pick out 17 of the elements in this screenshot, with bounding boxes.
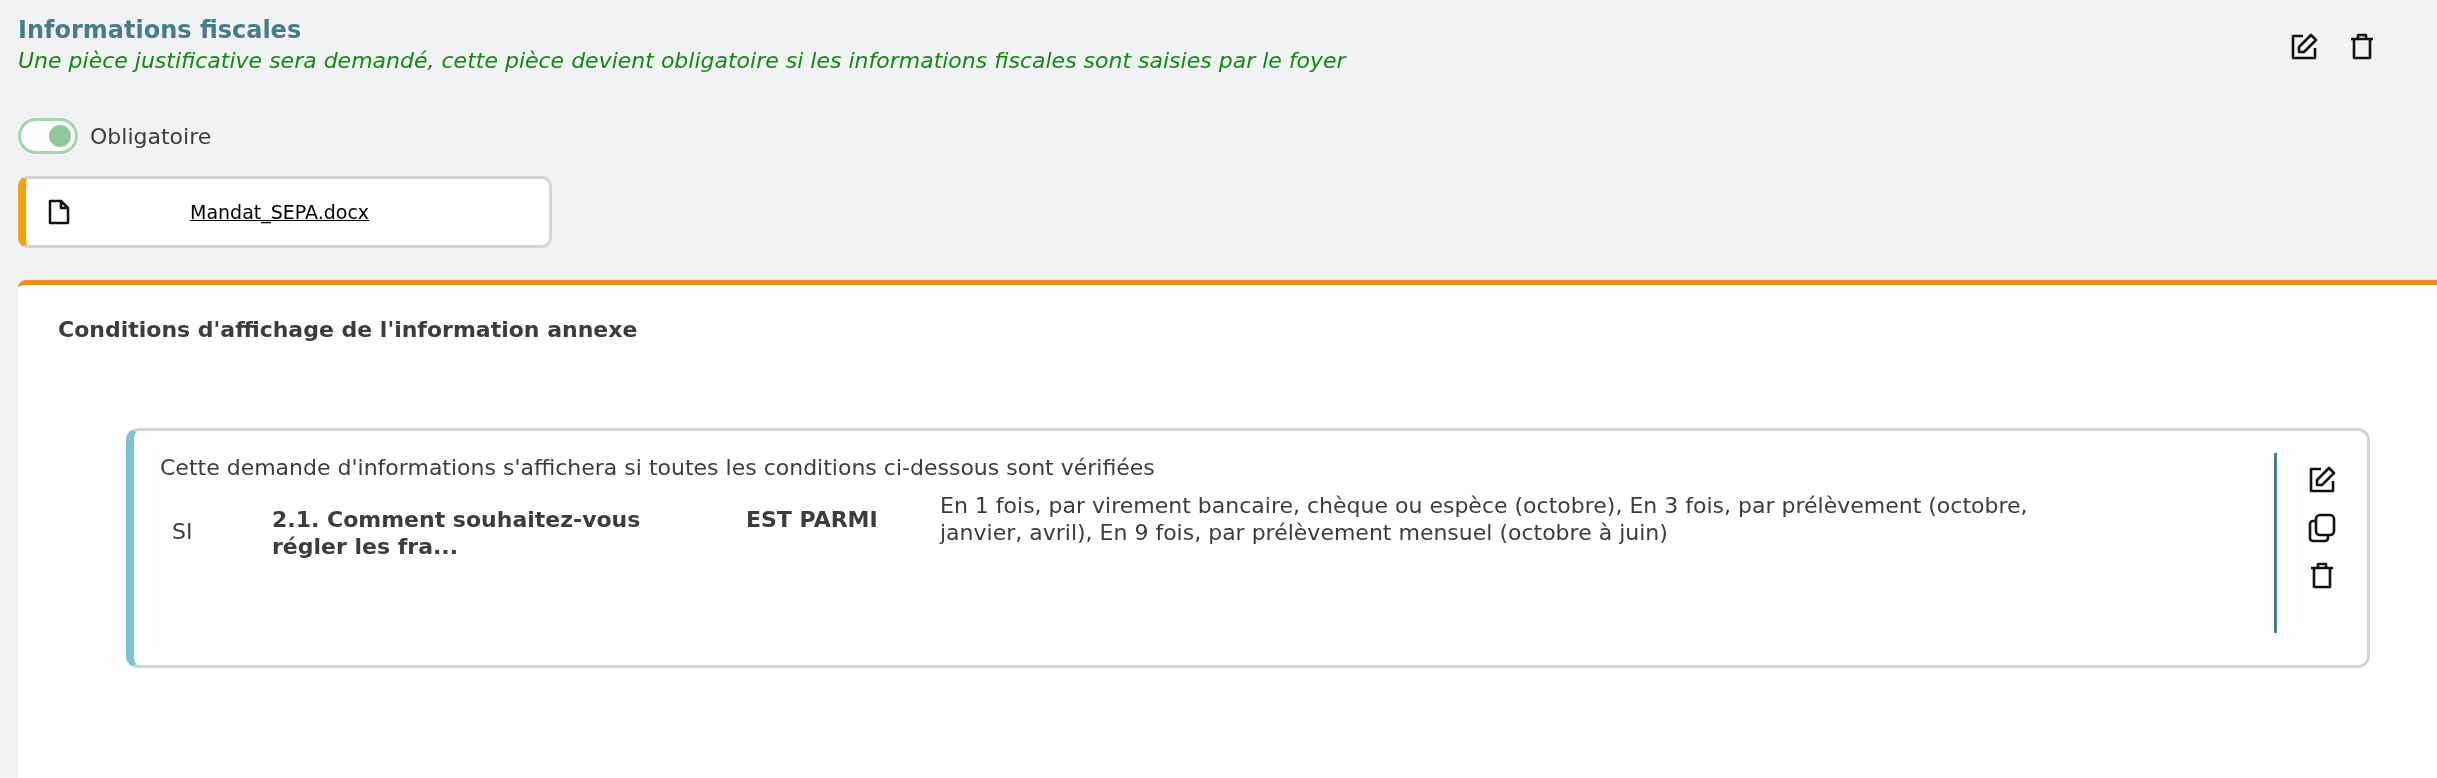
condition-question: 2.1. Comment souhaitez-vous régler les fra... xyxy=(272,506,642,560)
edit-icon[interactable] xyxy=(2307,465,2337,495)
conditions-intro: Cette demande d'informations s'affichera si toutes les conditions ci-dessous sont vérifiées xyxy=(160,454,1156,482)
section-description: Une pièce justificative sera demandé, cette pièce devient obligatoire si les informations fiscales sont saisies par le foyer xyxy=(18,47,1348,75)
condition-values: En 1 fois, par virement bancaire, chèque ou espèce (octobre), En 3 fois, par prélèvement (octobre, janvier, avril), En 9 fois, par prélèvement mensuel (octobre à juin) xyxy=(940,492,2029,546)
delete-icon[interactable] xyxy=(2349,32,2375,62)
attachment-link[interactable]: Mandat_SEPA.docx xyxy=(190,197,370,227)
delete-icon[interactable] xyxy=(2309,561,2335,591)
panel-title: Conditions d'affichage de l'information annexe xyxy=(58,316,639,344)
copy-icon[interactable] xyxy=(2308,513,2336,543)
toggle-label: Obligatoire xyxy=(90,122,212,151)
document-icon xyxy=(48,199,70,225)
condition-operator: EST PARMI xyxy=(746,506,879,533)
condition-keyword: SI xyxy=(171,518,194,545)
edit-icon[interactable] xyxy=(2289,32,2319,62)
toggle-switch[interactable] xyxy=(18,118,78,154)
section-title: Informations fiscales xyxy=(18,15,303,46)
